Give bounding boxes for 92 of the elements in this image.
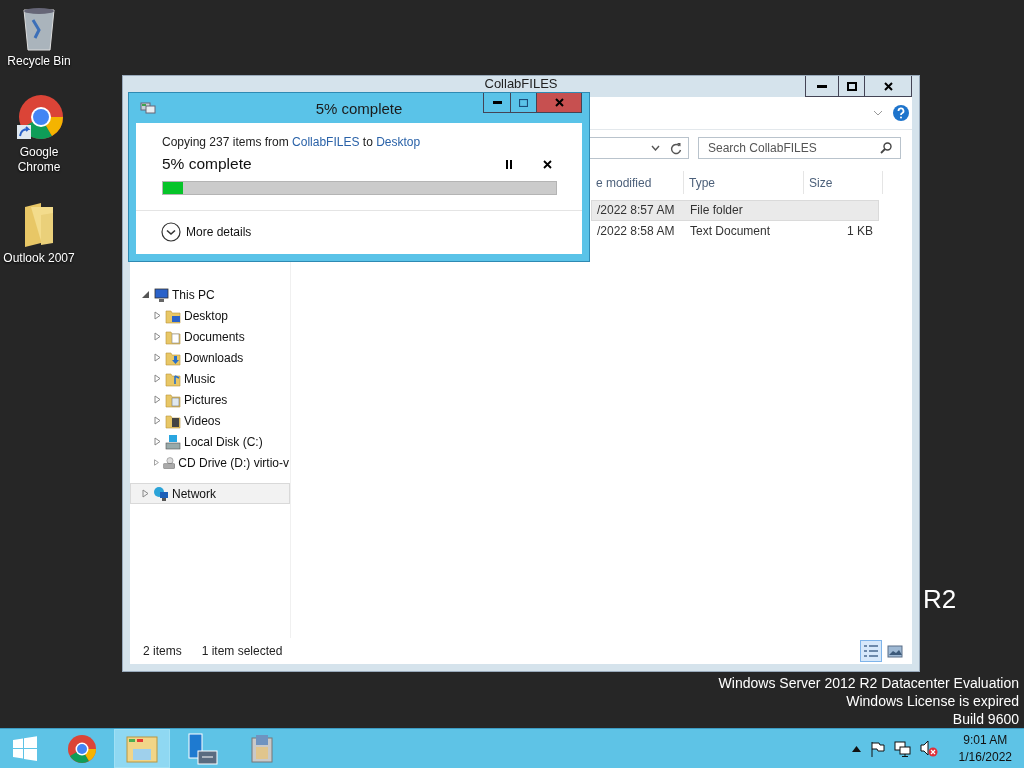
source-link[interactable]: CollabFILES [292,135,360,149]
column-header[interactable]: e modified [591,171,684,194]
close-button[interactable] [864,76,912,97]
maximize-icon [519,98,528,107]
expand-arrow-icon[interactable] [153,437,162,446]
watermark-text: R2 [923,586,957,612]
expand-arrow-icon[interactable] [153,311,162,320]
expand-arrow-icon[interactable] [153,353,162,362]
navigation-item[interactable]: Videos [130,410,290,431]
maximize-icon [846,81,857,91]
desktop-folder-icon [165,307,181,324]
minimize-icon [492,101,502,104]
destination-link[interactable]: Desktop [376,135,421,149]
expand-arrow-icon[interactable] [153,332,162,341]
close-icon [542,159,552,169]
more-details-button[interactable]: More details [161,222,582,242]
dialog-title: 5% complete [315,99,403,117]
cd-drive-icon [162,454,176,471]
cancel-button[interactable] [540,157,554,171]
window-title: CollabFILES [484,77,558,90]
search-icon [880,142,892,154]
details-view-icon [863,644,879,658]
table-cell-text: /2022 8:58 AM [596,223,676,240]
navigation-item[interactable]: Network [130,483,290,504]
videos-folder-icon [165,412,181,429]
file-row[interactable]: /2022 8:58 AM Text Document 1 KB [591,221,879,242]
chevron-down-circle-icon [161,222,181,242]
tray-button[interactable] [851,745,861,752]
large-icons-view-icon [887,644,903,658]
watermark-text: Windows License is expired [846,692,1019,710]
network-icon [893,740,911,757]
selection-count: 1 item selected [201,644,283,658]
expand-arrow-icon[interactable] [153,416,162,425]
expand-arrow-icon[interactable] [153,374,162,383]
file-row[interactable]: /2022 8:57 AM File folder [591,200,879,221]
help-icon[interactable] [893,105,909,121]
minimize-button[interactable] [805,76,839,97]
navigation-item[interactable]: This PC [130,284,290,305]
expand-arrow-icon[interactable] [141,489,150,498]
dropdown-icon[interactable] [651,145,660,151]
computer-icon [153,286,169,303]
network-icon [153,485,169,502]
table-cell-text: 1 KB [846,223,874,240]
copy-message: Copying 237 items from CollabFILES to Desktop [162,135,422,150]
navigation-item[interactable]: Music [130,368,290,389]
column-header[interactable]: Size [804,171,883,194]
pause-icon [506,159,512,169]
tray-button[interactable] [893,740,911,757]
show-hidden-icons-icon [851,745,861,752]
downloads-folder-icon [165,349,181,366]
flag-icon [869,740,885,757]
search-field[interactable]: Search CollabFILES [698,137,901,159]
desktop-icon-label[interactable]: Outlook 2007 [0,251,78,266]
copy-icon [140,101,156,115]
music-folder-icon [165,370,181,387]
desktop-icon-label[interactable]: Google Chrome [0,145,78,175]
tray-button[interactable] [919,740,938,757]
navigation-item[interactable]: Pictures [130,389,290,410]
muted-speaker-icon [919,740,938,757]
table-cell-text: File folder [689,202,744,219]
watermark-text: Windows Server 2012 R2 Datacenter Evaluation [718,674,1019,692]
expand-arrow-icon[interactable] [153,395,162,404]
chrome-icon [67,733,97,764]
expand-arrow-icon[interactable] [153,458,160,467]
close-icon [554,98,564,107]
navigation-item[interactable]: CD Drive (D:) virtio-v [130,452,290,473]
close-icon [883,81,893,91]
table-cell-text: /2022 8:57 AM [596,202,676,219]
collapse-arrow-icon[interactable] [141,290,150,299]
desktop-icon-label[interactable]: Recycle Bin [0,54,78,69]
navigation-item[interactable]: Documents [130,326,290,347]
expand-ribbon-icon[interactable] [873,110,883,116]
file-explorer-icon [126,733,158,764]
navigation-item[interactable]: Downloads [130,347,290,368]
tray-button[interactable] [869,740,885,757]
pictures-folder-icon [165,391,181,408]
item-count: 2 items [143,644,182,658]
column-header[interactable]: Type [684,171,804,194]
administrative-tools-icon [248,733,276,764]
documents-folder-icon [165,328,181,345]
watermark-text: Build 9600 [952,710,1019,728]
minimize-button[interactable] [483,93,511,113]
refresh-icon[interactable] [670,141,682,155]
progress-status: 5% complete [162,155,253,173]
clock[interactable]: 9:01 AM 1/16/2022 [946,731,1012,766]
minimize-icon [817,84,827,88]
navigation-item[interactable]: Desktop [130,305,290,326]
table-cell-text: Text Document [689,223,772,240]
server-manager-icon [186,732,218,765]
windows-logo-icon [12,735,38,762]
navigation-item[interactable]: Local Disk (C:) [130,431,290,452]
hard-disk-icon [165,433,181,450]
